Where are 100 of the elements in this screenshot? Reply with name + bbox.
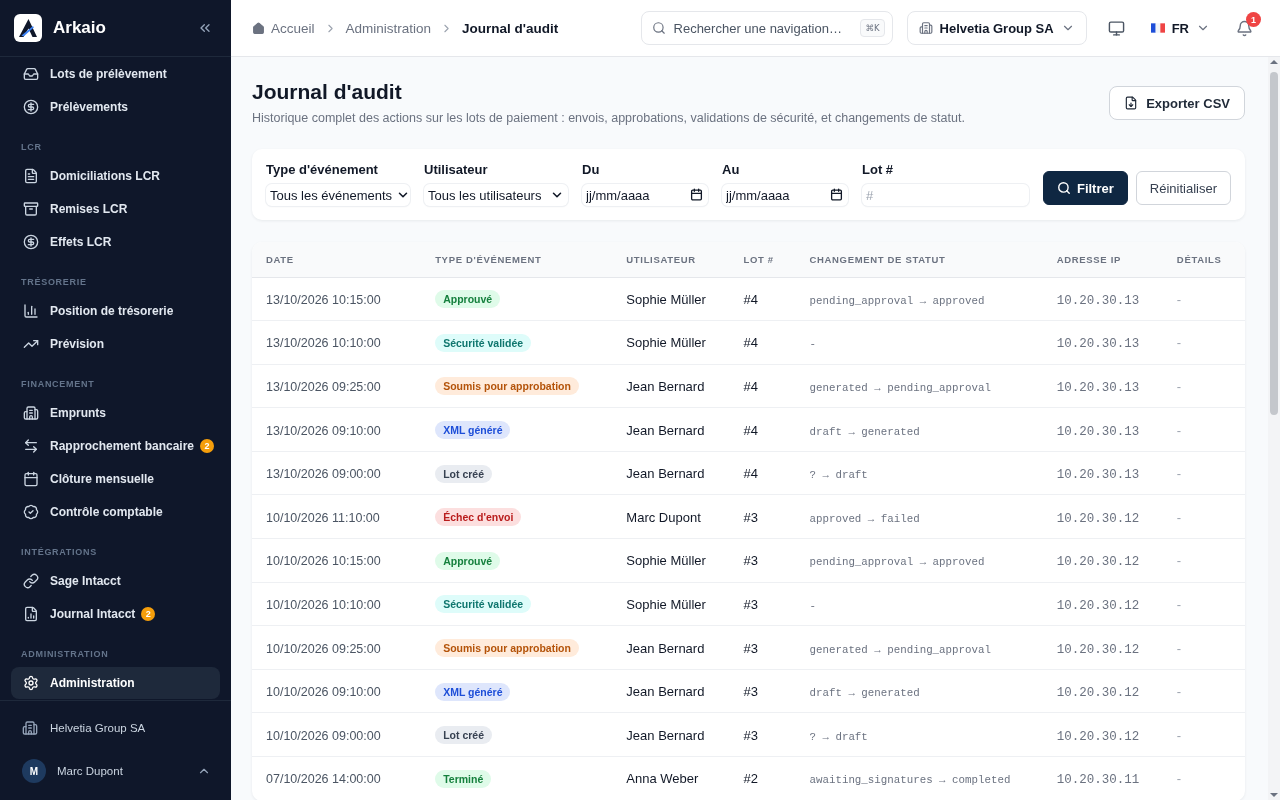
- details-cell: -: [1176, 771, 1182, 787]
- status-change-cell: ? → draft: [809, 469, 868, 482]
- export-button[interactable]: Exporter CSV: [1109, 86, 1245, 120]
- dollar-coin-icon: [23, 99, 39, 115]
- date-cell: 13/10/2026 09:00:00: [266, 467, 381, 482]
- column-header: DATE: [252, 242, 422, 277]
- monitor-icon: [1108, 19, 1126, 37]
- event-tag: Sécurité validée: [435, 595, 532, 614]
- user-cell: Sophie Müller: [626, 335, 706, 351]
- column-header: LOT #: [729, 242, 796, 277]
- nav-item[interactable]: Emprunts: [11, 397, 220, 429]
- nav-item[interactable]: Position de trésorerie: [11, 295, 220, 327]
- status-change-cell: -: [809, 599, 816, 612]
- user-cell: Jean Bernard: [626, 640, 705, 656]
- section-heading: ADMINISTRATION: [20, 648, 110, 661]
- details-cell: -: [1176, 640, 1182, 656]
- lot-cell: #3: [743, 727, 758, 743]
- count-badge: 2: [200, 439, 215, 453]
- tray-icon: [23, 66, 39, 82]
- nav-item[interactable]: Contrôle comptable: [11, 496, 220, 528]
- lot-cell: #4: [743, 335, 758, 351]
- nav-item[interactable]: Domiciliations LCR: [11, 160, 220, 192]
- building-icon: [918, 21, 933, 35]
- nav-item[interactable]: Prévision: [11, 328, 220, 360]
- lot-cell: #3: [743, 553, 758, 569]
- date-cell: 10/10/2026 10:10:00: [266, 597, 381, 612]
- ip-cell: 10.20.30.13: [1056, 424, 1140, 439]
- event-tag: Sécurité validée: [435, 333, 532, 352]
- breadcrumb-link[interactable]: Administration: [345, 20, 432, 36]
- nav-item[interactable]: Lots de prélèvement: [11, 58, 220, 90]
- date-cell: 13/10/2026 10:15:00: [266, 292, 381, 307]
- lot-cell: #3: [743, 509, 758, 525]
- organization-selector[interactable]: Helvetia Group SA: [906, 11, 1087, 45]
- event-tag: Terminé: [435, 769, 492, 788]
- date-cell: 10/10/2026 09:10:00: [266, 685, 381, 700]
- nav-item[interactable]: Rapprochement bancaire 2: [11, 430, 220, 462]
- user-cell: Jean Bernard: [626, 422, 705, 438]
- dollar-coin-icon: [23, 234, 39, 250]
- section-heading: LCR: [20, 141, 43, 154]
- select-field[interactable]: Tous les événements: [266, 184, 410, 206]
- ip-cell: 10.20.30.13: [1056, 337, 1140, 352]
- nav-item[interactable]: Journal Intacct 2: [11, 598, 220, 630]
- language-selector[interactable]: FR: [1146, 12, 1214, 44]
- nav-item[interactable]: Administration: [11, 667, 220, 699]
- text-field[interactable]: #: [862, 184, 1029, 206]
- nav-item[interactable]: Remises LCR: [11, 193, 220, 225]
- event-tag: Échec d'envoi: [435, 508, 522, 527]
- details-cell: -: [1176, 335, 1182, 351]
- calendar-icon: [830, 188, 843, 201]
- file-download-icon: [1124, 96, 1139, 110]
- bell-icon: [1235, 19, 1253, 37]
- user-menu-button[interactable]: M Marc Dupont: [0, 754, 231, 788]
- bar-chart-icon: [23, 303, 39, 319]
- nav-item[interactable]: Clôture mensuelle: [11, 463, 220, 495]
- lot-cell: #3: [743, 596, 758, 612]
- brand-name: Arkaio: [53, 18, 106, 38]
- breadcrumb-current: Journal d'audit: [462, 20, 559, 36]
- notifications-button[interactable]: 1: [1228, 12, 1260, 44]
- nav-item[interactable]: Sage Intacct: [11, 565, 220, 597]
- notification-badge: 1: [1246, 12, 1261, 27]
- column-header: UTILISATEUR: [612, 242, 730, 277]
- column-header: ADRESSE IP: [1042, 242, 1163, 277]
- user-cell: Sophie Müller: [626, 596, 706, 612]
- reset-button[interactable]: Réinitialiser: [1135, 171, 1231, 205]
- breadcrumb-link[interactable]: Accueil: [252, 20, 315, 36]
- count-badge: 2: [141, 607, 156, 621]
- user-cell: Jean Bernard: [626, 379, 705, 394]
- ip-cell: 10.20.30.11: [1056, 773, 1140, 788]
- filter-button[interactable]: Filtrer: [1042, 171, 1128, 205]
- status-change-cell: pending_approval → approved: [809, 294, 985, 307]
- organization-name: Helvetia Group SA: [50, 722, 146, 734]
- calendar-icon: [23, 471, 39, 487]
- search-icon: [651, 21, 666, 35]
- event-tag: XML généré: [435, 682, 511, 701]
- scrollbar[interactable]: [1268, 57, 1280, 800]
- details-cell: -: [1176, 596, 1182, 612]
- column-header: TYPE D'ÉVÉNEMENT: [421, 242, 613, 277]
- ip-cell: 10.20.30.13: [1056, 293, 1140, 308]
- field-label: Du: [582, 162, 601, 177]
- archive-box-icon: [23, 201, 39, 217]
- field-label: Type d'événement: [266, 162, 379, 177]
- nav-item[interactable]: Effets LCR: [11, 226, 220, 258]
- shortcut-key: ⌘K: [860, 19, 885, 37]
- lot-cell: #2: [743, 771, 758, 787]
- section-heading: INTÉGRATIONS: [20, 546, 98, 559]
- date-cell: 13/10/2026 09:10:00: [266, 423, 381, 438]
- ip-cell: 10.20.30.12: [1056, 555, 1140, 570]
- lot-cell: #3: [743, 640, 758, 656]
- status-change-cell: approved → failed: [809, 512, 920, 525]
- date-field[interactable]: jj/mm/aaaa: [582, 184, 708, 206]
- document-icon: [23, 168, 39, 184]
- user-cell: Jean Bernard: [626, 466, 705, 482]
- ip-cell: 10.20.30.12: [1056, 598, 1140, 613]
- building-icon: [22, 720, 38, 736]
- flag-icon: [1150, 23, 1165, 33]
- date-field[interactable]: jj/mm/aaaa: [722, 184, 848, 206]
- select-field[interactable]: Tous les utilisateurs: [424, 184, 568, 206]
- calendar-icon: [690, 188, 703, 201]
- details-cell: -: [1176, 379, 1182, 394]
- nav-item[interactable]: Prélèvements: [11, 91, 220, 123]
